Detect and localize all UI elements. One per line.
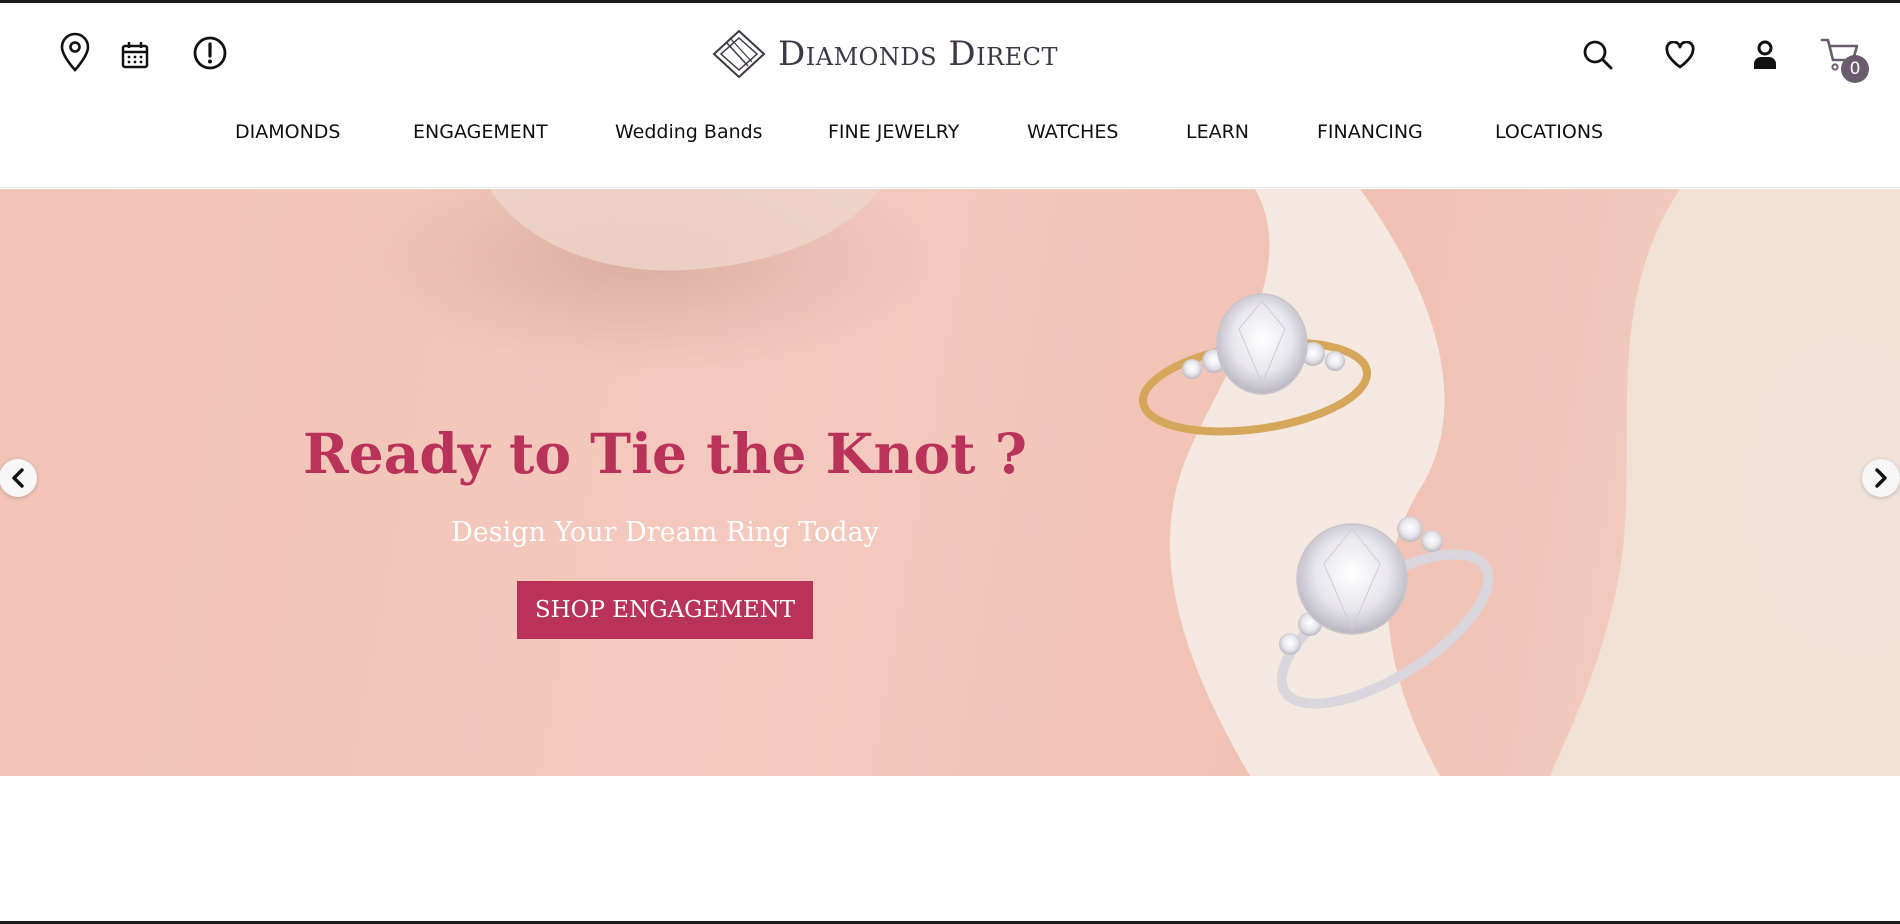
- carousel-prev-button[interactable]: [0, 459, 37, 497]
- hero-subheading: Design Your Dream Ring Today: [451, 517, 879, 548]
- chevron-right-icon: [1875, 468, 1887, 488]
- site-logo[interactable]: Diamonds Direct: [712, 27, 1058, 81]
- nav-item-engagement[interactable]: ENGAGEMENT: [413, 121, 548, 143]
- chevron-left-icon: [12, 468, 24, 488]
- hero-banner: Ready to Tie the Knot ? Design Your Drea…: [0, 189, 1900, 776]
- carousel-next-button[interactable]: [1862, 459, 1900, 497]
- user-icon[interactable]: [1743, 33, 1787, 77]
- cart-count-badge: 0: [1841, 55, 1869, 83]
- hero-heading: Ready to Tie the Knot ?: [303, 421, 1027, 486]
- nav-item-learn[interactable]: LEARN: [1186, 121, 1249, 143]
- nav-item-financing[interactable]: FINANCING: [1317, 121, 1423, 143]
- cart-icon[interactable]: 0: [1815, 31, 1869, 83]
- logo-text: Diamonds Direct: [778, 34, 1059, 74]
- calendar-icon[interactable]: [113, 33, 157, 77]
- heart-icon[interactable]: [1658, 33, 1702, 77]
- alert-icon[interactable]: [188, 31, 232, 75]
- nav-item-watches[interactable]: WATCHES: [1027, 121, 1118, 143]
- shop-engagement-button[interactable]: SHOP ENGAGEMENT: [517, 581, 813, 639]
- nav-item-wedding-bands[interactable]: Wedding Bands: [615, 121, 763, 143]
- site-header: Diamonds Direct 0 DIAMONDS ENGAGEMENT We…: [0, 3, 1900, 188]
- diamond-logo-icon: [712, 29, 766, 79]
- main-nav: DIAMONDS ENGAGEMENT Wedding Bands FINE J…: [0, 121, 1900, 155]
- search-icon[interactable]: [1576, 33, 1620, 77]
- nav-item-diamonds[interactable]: DIAMONDS: [235, 121, 340, 143]
- nav-item-locations[interactable]: LOCATIONS: [1495, 121, 1603, 143]
- nav-item-fine-jewelry[interactable]: FINE JEWELRY: [828, 121, 959, 143]
- location-pin-icon[interactable]: [53, 30, 97, 74]
